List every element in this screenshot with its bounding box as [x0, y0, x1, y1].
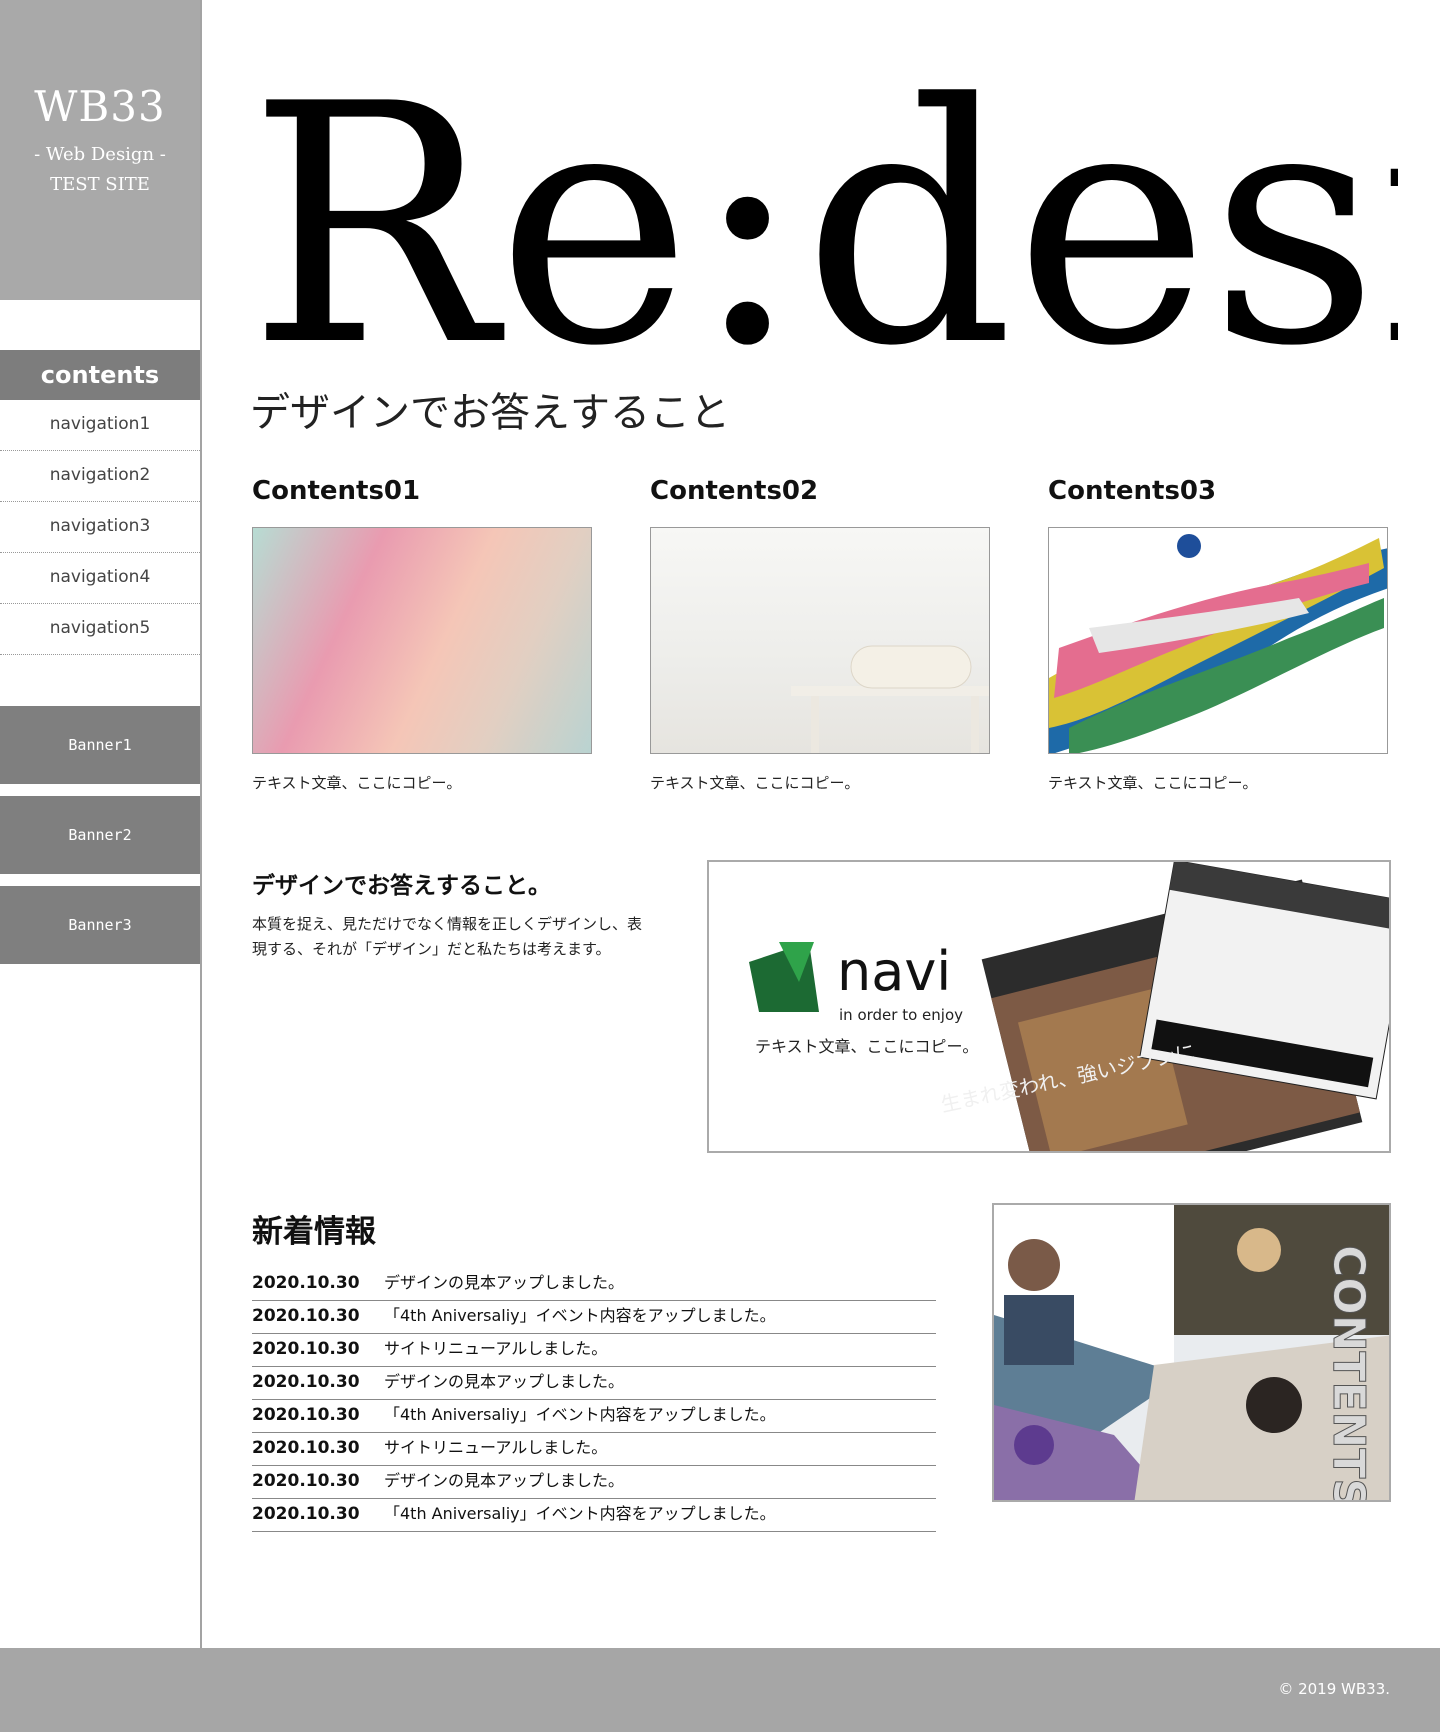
nav-item-2[interactable]: navigation2: [0, 451, 200, 502]
people-collage: CONTENTS: [994, 1205, 1389, 1502]
banner-3[interactable]: Banner3: [0, 886, 200, 964]
column-3-text: テキスト文章、ここにコピー。: [1048, 774, 1258, 792]
news-text: デザインの見本アップしました。: [384, 1273, 625, 1292]
feature-image[interactable]: navi in order to enjoy テキスト文章、ここにコピー。 生ま…: [707, 860, 1391, 1153]
hero-title-text: Re:design: [248, 40, 1398, 360]
news-text: 「4th Aniversaliy」イベント内容をアップしました。: [384, 1405, 776, 1424]
site-logo[interactable]: WB33 - Web Design - TEST SITE: [0, 0, 200, 300]
logo-subtitle: - Web Design -: [34, 144, 166, 165]
column-2-image: [650, 527, 990, 754]
column-3-image: [1048, 527, 1388, 754]
news-text: 「4th Aniversaliy」イベント内容をアップしました。: [384, 1306, 776, 1325]
nav-item-4[interactable]: navigation4: [0, 553, 200, 604]
copyright: © 2019 WB33.: [1278, 1680, 1390, 1698]
sidebar: WB33 - Web Design - TEST SITE contents n…: [0, 0, 202, 1648]
column-1-title: Contents01: [252, 476, 421, 506]
news-item[interactable]: 2020.10.30 デザインの見本アップしました。: [252, 1367, 936, 1400]
nav-item-1[interactable]: navigation1: [0, 400, 200, 451]
news-text: サイトリニューアルしました。: [384, 1339, 608, 1358]
contents-photo-label: CONTENTS: [1323, 1245, 1374, 1502]
feature-body: 本質を捉え、見ただけでなく情報を正しくデザインし、表現する、それが「デザイン」だ…: [252, 915, 643, 958]
logo-subtitle-2: TEST SITE: [50, 174, 150, 195]
news-date: 2020.10.30: [252, 1504, 360, 1524]
navi-logo-text: navi: [837, 940, 951, 1003]
news-heading: 新着情報: [252, 1214, 376, 1250]
contents-heading: contents: [0, 350, 200, 400]
speaker-photo: [791, 645, 989, 753]
column-2-text: テキスト文章、ここにコピー。: [650, 774, 860, 792]
news-item[interactable]: 2020.10.30 「4th Aniversaliy」イベント内容をアップしま…: [252, 1301, 936, 1334]
news-item[interactable]: 2020.10.30 デザインの見本アップしました。: [252, 1268, 936, 1301]
navi-tagline: in order to enjoy: [839, 1006, 963, 1024]
news-date: 2020.10.30: [252, 1438, 360, 1458]
news-date: 2020.10.30: [252, 1306, 360, 1326]
news-text: デザインの見本アップしました。: [384, 1372, 625, 1391]
contents-photo[interactable]: CONTENTS: [992, 1203, 1391, 1502]
footer: © 2019 WB33.: [0, 1648, 1440, 1732]
banner-1[interactable]: Banner1: [0, 706, 200, 784]
navi-collage: navi in order to enjoy テキスト文章、ここにコピー。 生ま…: [749, 862, 1389, 1151]
nav-item-5[interactable]: navigation5: [0, 604, 200, 655]
news-item[interactable]: 2020.10.30 サイトリニューアルしました。: [252, 1433, 936, 1466]
news-item[interactable]: 2020.10.30 デザインの見本アップしました。: [252, 1466, 936, 1499]
news-date: 2020.10.30: [252, 1372, 360, 1392]
banner-2[interactable]: Banner2: [0, 796, 200, 874]
feature-heading: デザインでお答えすること。: [252, 873, 551, 899]
news-date: 2020.10.30: [252, 1339, 360, 1359]
hero-title: Re:design: [248, 40, 1398, 360]
column-1-image: [252, 527, 592, 754]
column-2-title: Contents02: [650, 476, 819, 506]
news-date: 2020.10.30: [252, 1273, 360, 1293]
news-text: 「4th Aniversaliy」イベント内容をアップしました。: [384, 1504, 776, 1523]
hero-subtitle: デザインでお答えすること: [250, 390, 730, 436]
news-text: サイトリニューアルしました。: [384, 1438, 608, 1457]
news-date: 2020.10.30: [252, 1471, 360, 1491]
news-item[interactable]: 2020.10.30 サイトリニューアルしました。: [252, 1334, 936, 1367]
navi-caption: テキスト文章、ここにコピー。: [755, 1037, 978, 1056]
news-date: 2020.10.30: [252, 1405, 360, 1425]
column-1-text: テキスト文章、ここにコピー。: [252, 774, 462, 792]
news-text: デザインの見本アップしました。: [384, 1471, 625, 1490]
news-item[interactable]: 2020.10.30 「4th Aniversaliy」イベント内容をアップしま…: [252, 1499, 936, 1532]
paint-splash-photo: [1049, 534, 1387, 753]
column-3-title: Contents03: [1048, 476, 1217, 506]
logo-title: WB33: [34, 82, 166, 131]
news-item[interactable]: 2020.10.30 「4th Aniversaliy」イベント内容をアップしま…: [252, 1400, 936, 1433]
nav-item-3[interactable]: navigation3: [0, 502, 200, 553]
